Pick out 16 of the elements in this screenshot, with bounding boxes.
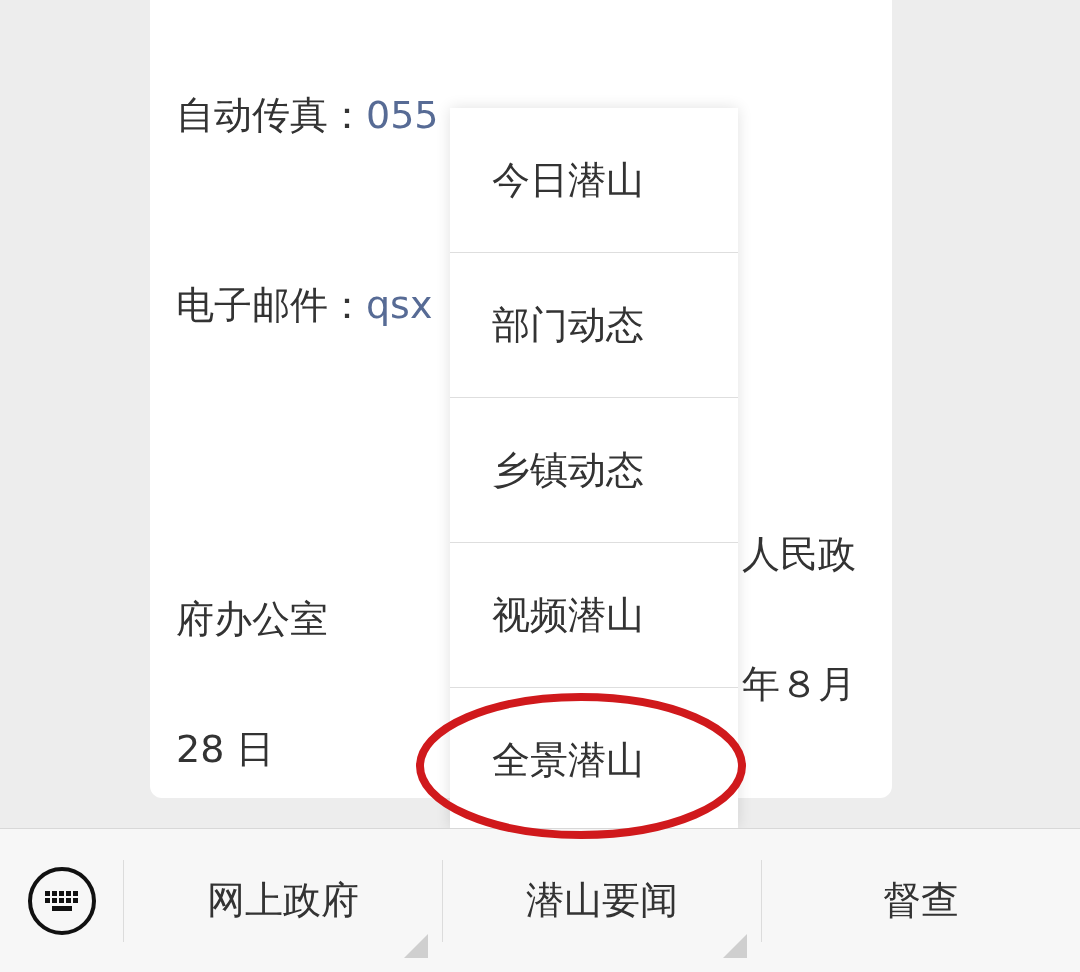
menu-item[interactable]: 视频潜山 xyxy=(450,543,738,688)
menu-tab[interactable]: 督查 xyxy=(762,829,1080,972)
menu-item[interactable]: 乡镇动态 xyxy=(450,398,738,543)
paragraph-text: 28 日 xyxy=(176,726,275,773)
menu-item[interactable]: 部门动态 xyxy=(450,253,738,398)
menu-tab[interactable]: 网上政府 xyxy=(124,829,442,972)
paragraph-text: 年８月 xyxy=(742,661,856,708)
contact-link[interactable]: 055 xyxy=(366,93,439,137)
keyboard-icon[interactable] xyxy=(26,865,97,936)
field-label: 自动传真： xyxy=(176,91,366,139)
paragraph-text: 人民政 xyxy=(742,531,856,578)
menu-tab[interactable]: 潜山要闻 xyxy=(443,829,761,972)
menu-item[interactable]: 今日潜山 xyxy=(450,108,738,253)
field-label: 电子邮件： xyxy=(176,281,366,329)
paragraph-text: 府办公室 xyxy=(176,596,328,643)
contact-link[interactable]: qsx xyxy=(366,283,433,327)
